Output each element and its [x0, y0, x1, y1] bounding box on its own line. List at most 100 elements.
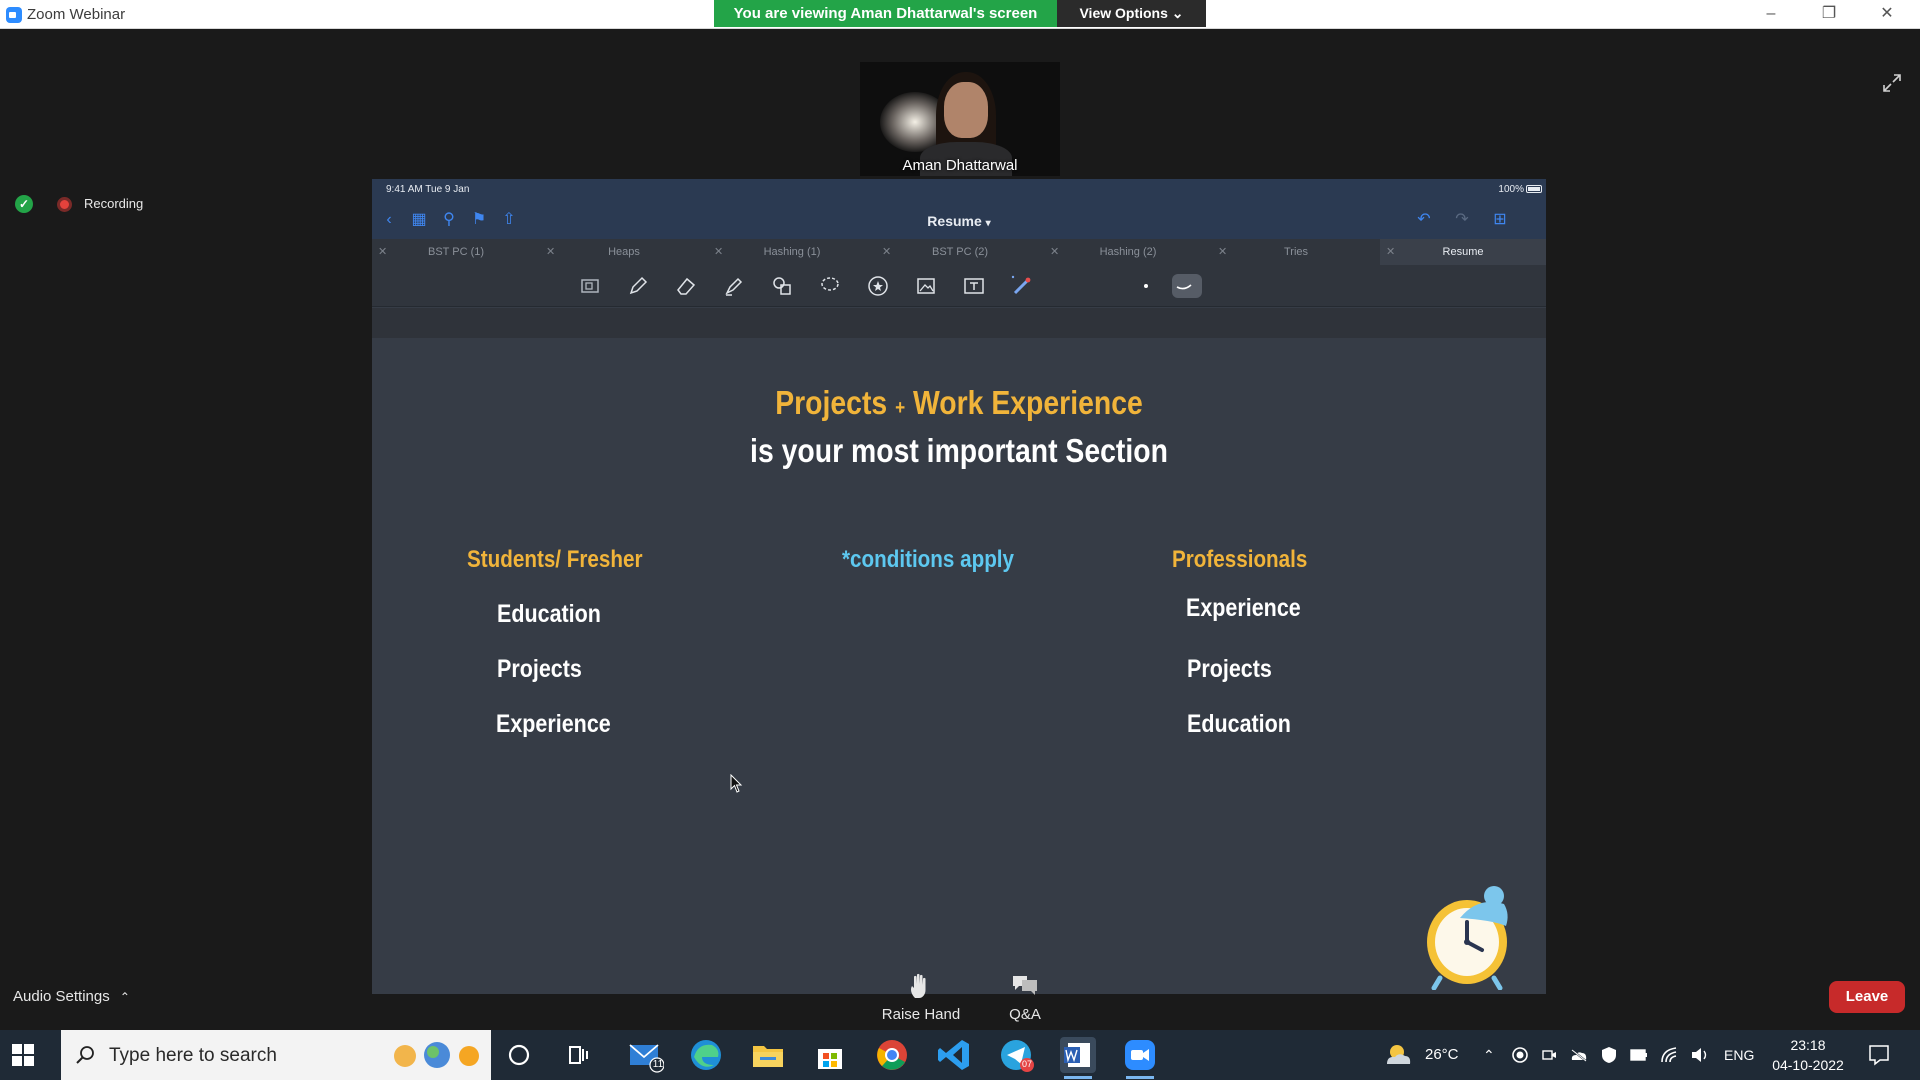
lasso-icon[interactable]	[818, 274, 842, 298]
tab-tries[interactable]: ✕ Tries	[1212, 239, 1380, 265]
slide-page[interactable]: Projects + Work Experience is your most …	[372, 338, 1546, 994]
telegram-icon[interactable]: 07	[998, 1037, 1034, 1073]
chat-bubbles-icon	[1013, 976, 1037, 995]
mail-badge: 11	[652, 1059, 664, 1070]
image-icon[interactable]	[914, 274, 938, 298]
tab-label: BST PC (1)	[427, 246, 485, 258]
list-item: Projects	[497, 655, 582, 683]
mouse-cursor-icon	[730, 774, 743, 793]
elements-icon[interactable]	[866, 274, 890, 298]
notifications-icon[interactable]	[1868, 1044, 1890, 1066]
tab-heaps[interactable]: ✕ Heaps	[540, 239, 708, 265]
eraser-icon[interactable]	[674, 274, 698, 298]
tab-label: Hashing (2)	[1099, 246, 1157, 258]
taskbar-search-input[interactable]: Type here to search	[61, 1030, 491, 1080]
document-tabs: ✕ BST PC (1) ✕ Heaps ✕ Hashing (1) ✕ BST…	[372, 239, 1546, 265]
leave-button[interactable]: Leave	[1829, 981, 1905, 1013]
professionals-heading: Professionals	[1172, 546, 1308, 573]
viewing-screen-banner: You are viewing Aman Dhattarwal's screen	[714, 0, 1057, 27]
shapes-icon[interactable]	[770, 274, 794, 298]
undo-icon[interactable]: ↶	[1415, 211, 1433, 229]
tab-bst-pc-1[interactable]: ✕ BST PC (1)	[372, 239, 540, 265]
vscode-icon[interactable]	[936, 1037, 972, 1073]
restore-button[interactable]: ❐	[1811, 3, 1847, 25]
audio-settings-label: Audio Settings	[13, 988, 110, 1005]
pen-icon[interactable]	[626, 274, 650, 298]
redo-icon[interactable]: ↷	[1453, 211, 1471, 229]
shield-icon[interactable]: ✓	[15, 195, 33, 213]
shield-tray-icon[interactable]	[1601, 1046, 1617, 1064]
goodnotes-toolbar: ‹ ▦ ⚲ ⚑ ⇧ Resume ▾ ↶ ↷ ⊞	[372, 201, 1546, 239]
document-title[interactable]: Resume ▾	[372, 213, 1546, 229]
alarm-clock-icon	[1427, 886, 1508, 990]
telegram-badge: 07	[1021, 1059, 1032, 1069]
audio-settings-button[interactable]: Audio Settings ⌃	[13, 988, 130, 1005]
chevron-down-icon: ⌄	[1171, 5, 1184, 21]
word-icon[interactable]	[1060, 1037, 1096, 1079]
tab-label: Hashing (1)	[763, 246, 821, 258]
window-title: Zoom Webinar	[27, 6, 126, 23]
search-placeholder: Type here to search	[109, 1045, 277, 1066]
stroke-style-icon[interactable]	[1172, 274, 1202, 298]
speaker-video-tile[interactable]: Aman Dhattarwal	[860, 62, 1060, 176]
title-work-experience: Work Experience	[913, 384, 1143, 421]
page-divider	[372, 308, 1546, 338]
zoom-app-icon[interactable]	[1122, 1037, 1158, 1079]
windows-start-icon[interactable]	[12, 1044, 34, 1066]
shared-screen[interactable]: 9:41 AM Tue 9 Jan 100% ‹ ▦ ⚲ ⚑ ⇧ Resume …	[372, 179, 1546, 994]
search-icon	[76, 1046, 94, 1064]
title-projects: Projects	[775, 384, 888, 421]
onedrive-icon[interactable]	[1570, 1047, 1588, 1063]
chrome-icon[interactable]	[874, 1037, 910, 1073]
language-indicator[interactable]: ENG	[1724, 1030, 1754, 1080]
speaker-face	[944, 82, 988, 138]
add-page-icon[interactable]: ⊞	[1491, 211, 1509, 229]
chevron-up-icon[interactable]: ⌃	[1483, 1030, 1495, 1080]
tab-label: BST PC (2)	[931, 246, 989, 258]
qa-button[interactable]: Q&A	[1000, 972, 1050, 1023]
list-item: Education	[1187, 710, 1291, 738]
text-box-icon[interactable]	[962, 274, 986, 298]
tab-resume[interactable]: ✕ Resume	[1380, 239, 1546, 265]
highlighter-icon[interactable]	[722, 274, 746, 298]
tab-hashing-2[interactable]: ✕ Hashing (2)	[1044, 239, 1212, 265]
edge-browser-icon[interactable]	[688, 1037, 724, 1073]
speaker-name: Aman Dhattarwal	[902, 157, 1018, 174]
dot-size-icon[interactable]	[1134, 274, 1158, 298]
weather-temperature[interactable]: 26°C	[1425, 1030, 1459, 1080]
wifi-icon[interactable]	[1660, 1046, 1678, 1064]
taskbar-time[interactable]: 23:18	[1768, 1037, 1848, 1053]
ipad-time: 9:41 AM Tue 9 Jan	[386, 184, 470, 195]
view-options-button[interactable]: View Options ⌄	[1057, 0, 1206, 27]
qa-label: Q&A	[1009, 1006, 1041, 1023]
fullscreen-icon[interactable]	[1882, 73, 1902, 93]
mail-icon[interactable]: 11	[628, 1037, 665, 1073]
view-options-label: View Options	[1079, 5, 1168, 21]
tab-hashing-1[interactable]: ✕ Hashing (1)	[708, 239, 876, 265]
minimize-button[interactable]: –	[1753, 3, 1789, 25]
zoom-window-icon[interactable]	[578, 274, 602, 298]
hand-icon	[911, 973, 926, 998]
record-tray-icon[interactable]	[1512, 1047, 1528, 1063]
slide-title-line-1: Projects + Work Experience	[454, 384, 1464, 422]
tab-bst-pc-2[interactable]: ✕ BST PC (2)	[876, 239, 1044, 265]
list-item: Projects	[1187, 655, 1272, 683]
chevron-up-icon: ⌃	[119, 990, 130, 1004]
microsoft-store-icon[interactable]	[812, 1037, 848, 1073]
file-explorer-icon[interactable]	[750, 1037, 786, 1073]
zoom-title-bar: Zoom Webinar You are viewing Aman Dhatta…	[0, 0, 1920, 29]
conditions-note: *conditions apply	[842, 546, 1015, 573]
chevron-down-icon: ▾	[985, 218, 991, 229]
close-button[interactable]: ✕	[1869, 3, 1905, 25]
list-item: Education	[497, 600, 601, 628]
volume-icon[interactable]	[1690, 1046, 1710, 1064]
battery-tray-icon[interactable]	[1630, 1048, 1648, 1062]
camera-tray-icon[interactable]	[1541, 1047, 1557, 1063]
cortana-icon[interactable]	[503, 1039, 535, 1071]
laser-pointer-icon[interactable]	[1010, 274, 1034, 298]
raise-hand-button[interactable]: Raise Hand	[881, 972, 961, 1023]
task-view-icon[interactable]	[562, 1039, 594, 1071]
tab-label: Resume	[1442, 246, 1484, 258]
taskbar-date[interactable]: 04-10-2022	[1762, 1057, 1854, 1073]
tab-label: Tries	[1283, 246, 1309, 258]
